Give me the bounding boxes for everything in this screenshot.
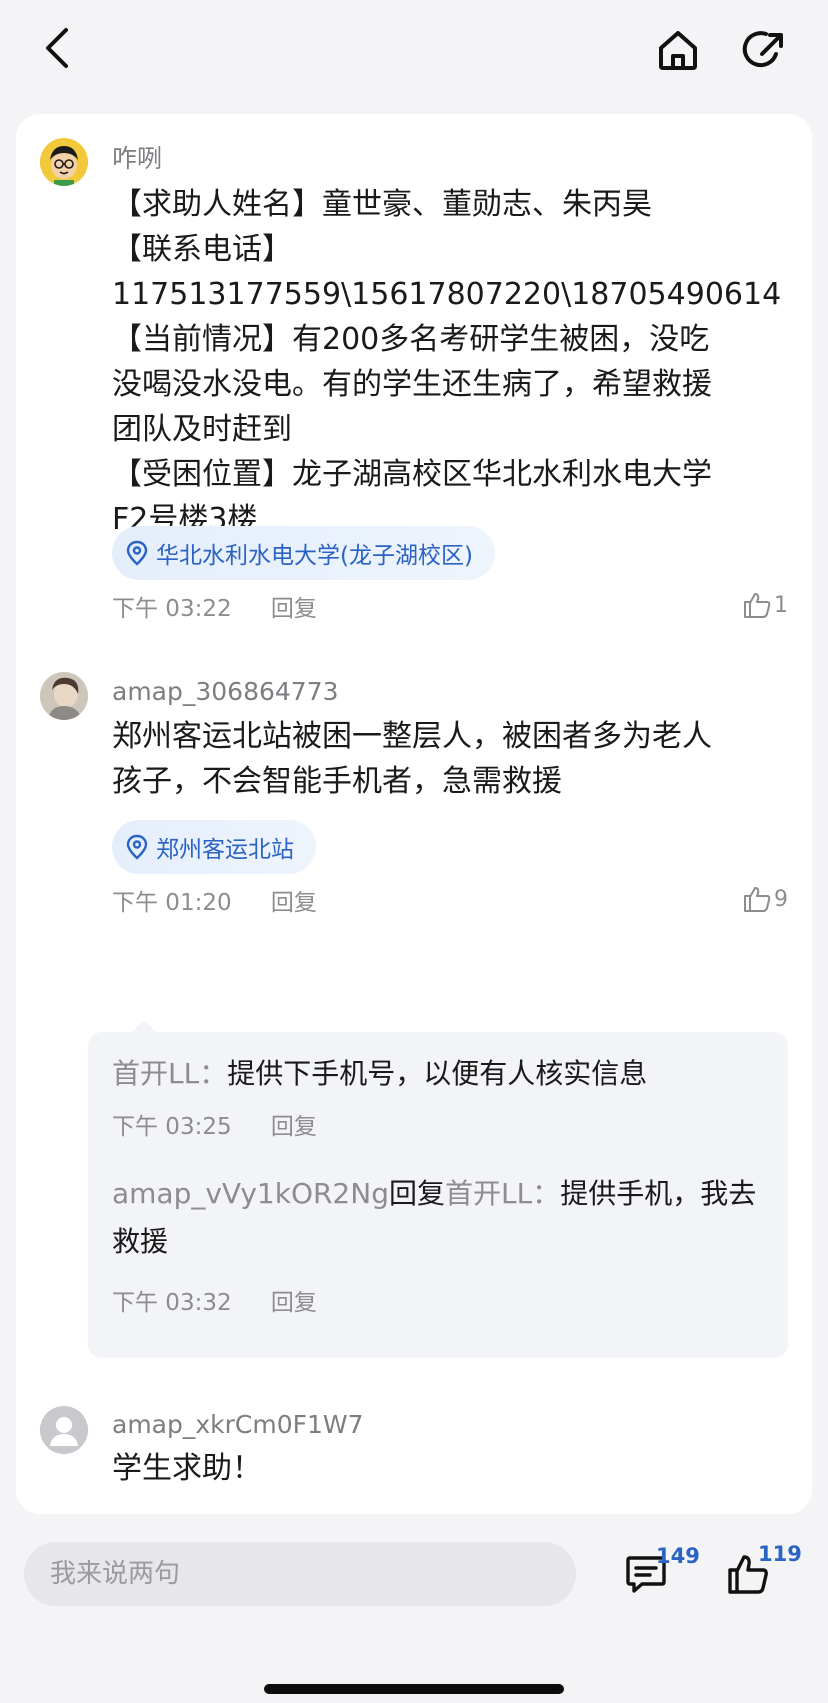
avatar[interactable] bbox=[40, 1406, 88, 1454]
comment-list: 咋咧 【求助人姓名】童世豪、董勋志、朱丙昊 【联系电话】 11751317755… bbox=[16, 114, 812, 1514]
comment-item: amap_xkrCm0F1W7 学生求助！ bbox=[16, 114, 812, 1514]
comment-input[interactable] bbox=[48, 1558, 576, 1590]
default-user-icon bbox=[40, 1406, 88, 1454]
share-icon[interactable] bbox=[740, 26, 788, 74]
chevron-left-icon[interactable] bbox=[40, 26, 76, 70]
comment-count-badge: 149 bbox=[656, 1544, 700, 1568]
top-bar bbox=[0, 0, 828, 105]
bottom-bar: 149 119 bbox=[0, 1514, 828, 1703]
like-count-badge: 119 bbox=[758, 1542, 802, 1566]
home-indicator bbox=[264, 1684, 564, 1694]
home-icon[interactable] bbox=[656, 28, 700, 72]
comment-username[interactable]: amap_xkrCm0F1W7 bbox=[112, 1410, 364, 1440]
comment-input-container[interactable] bbox=[24, 1542, 576, 1606]
comment-text: 学生求助！ bbox=[112, 1451, 262, 1486]
